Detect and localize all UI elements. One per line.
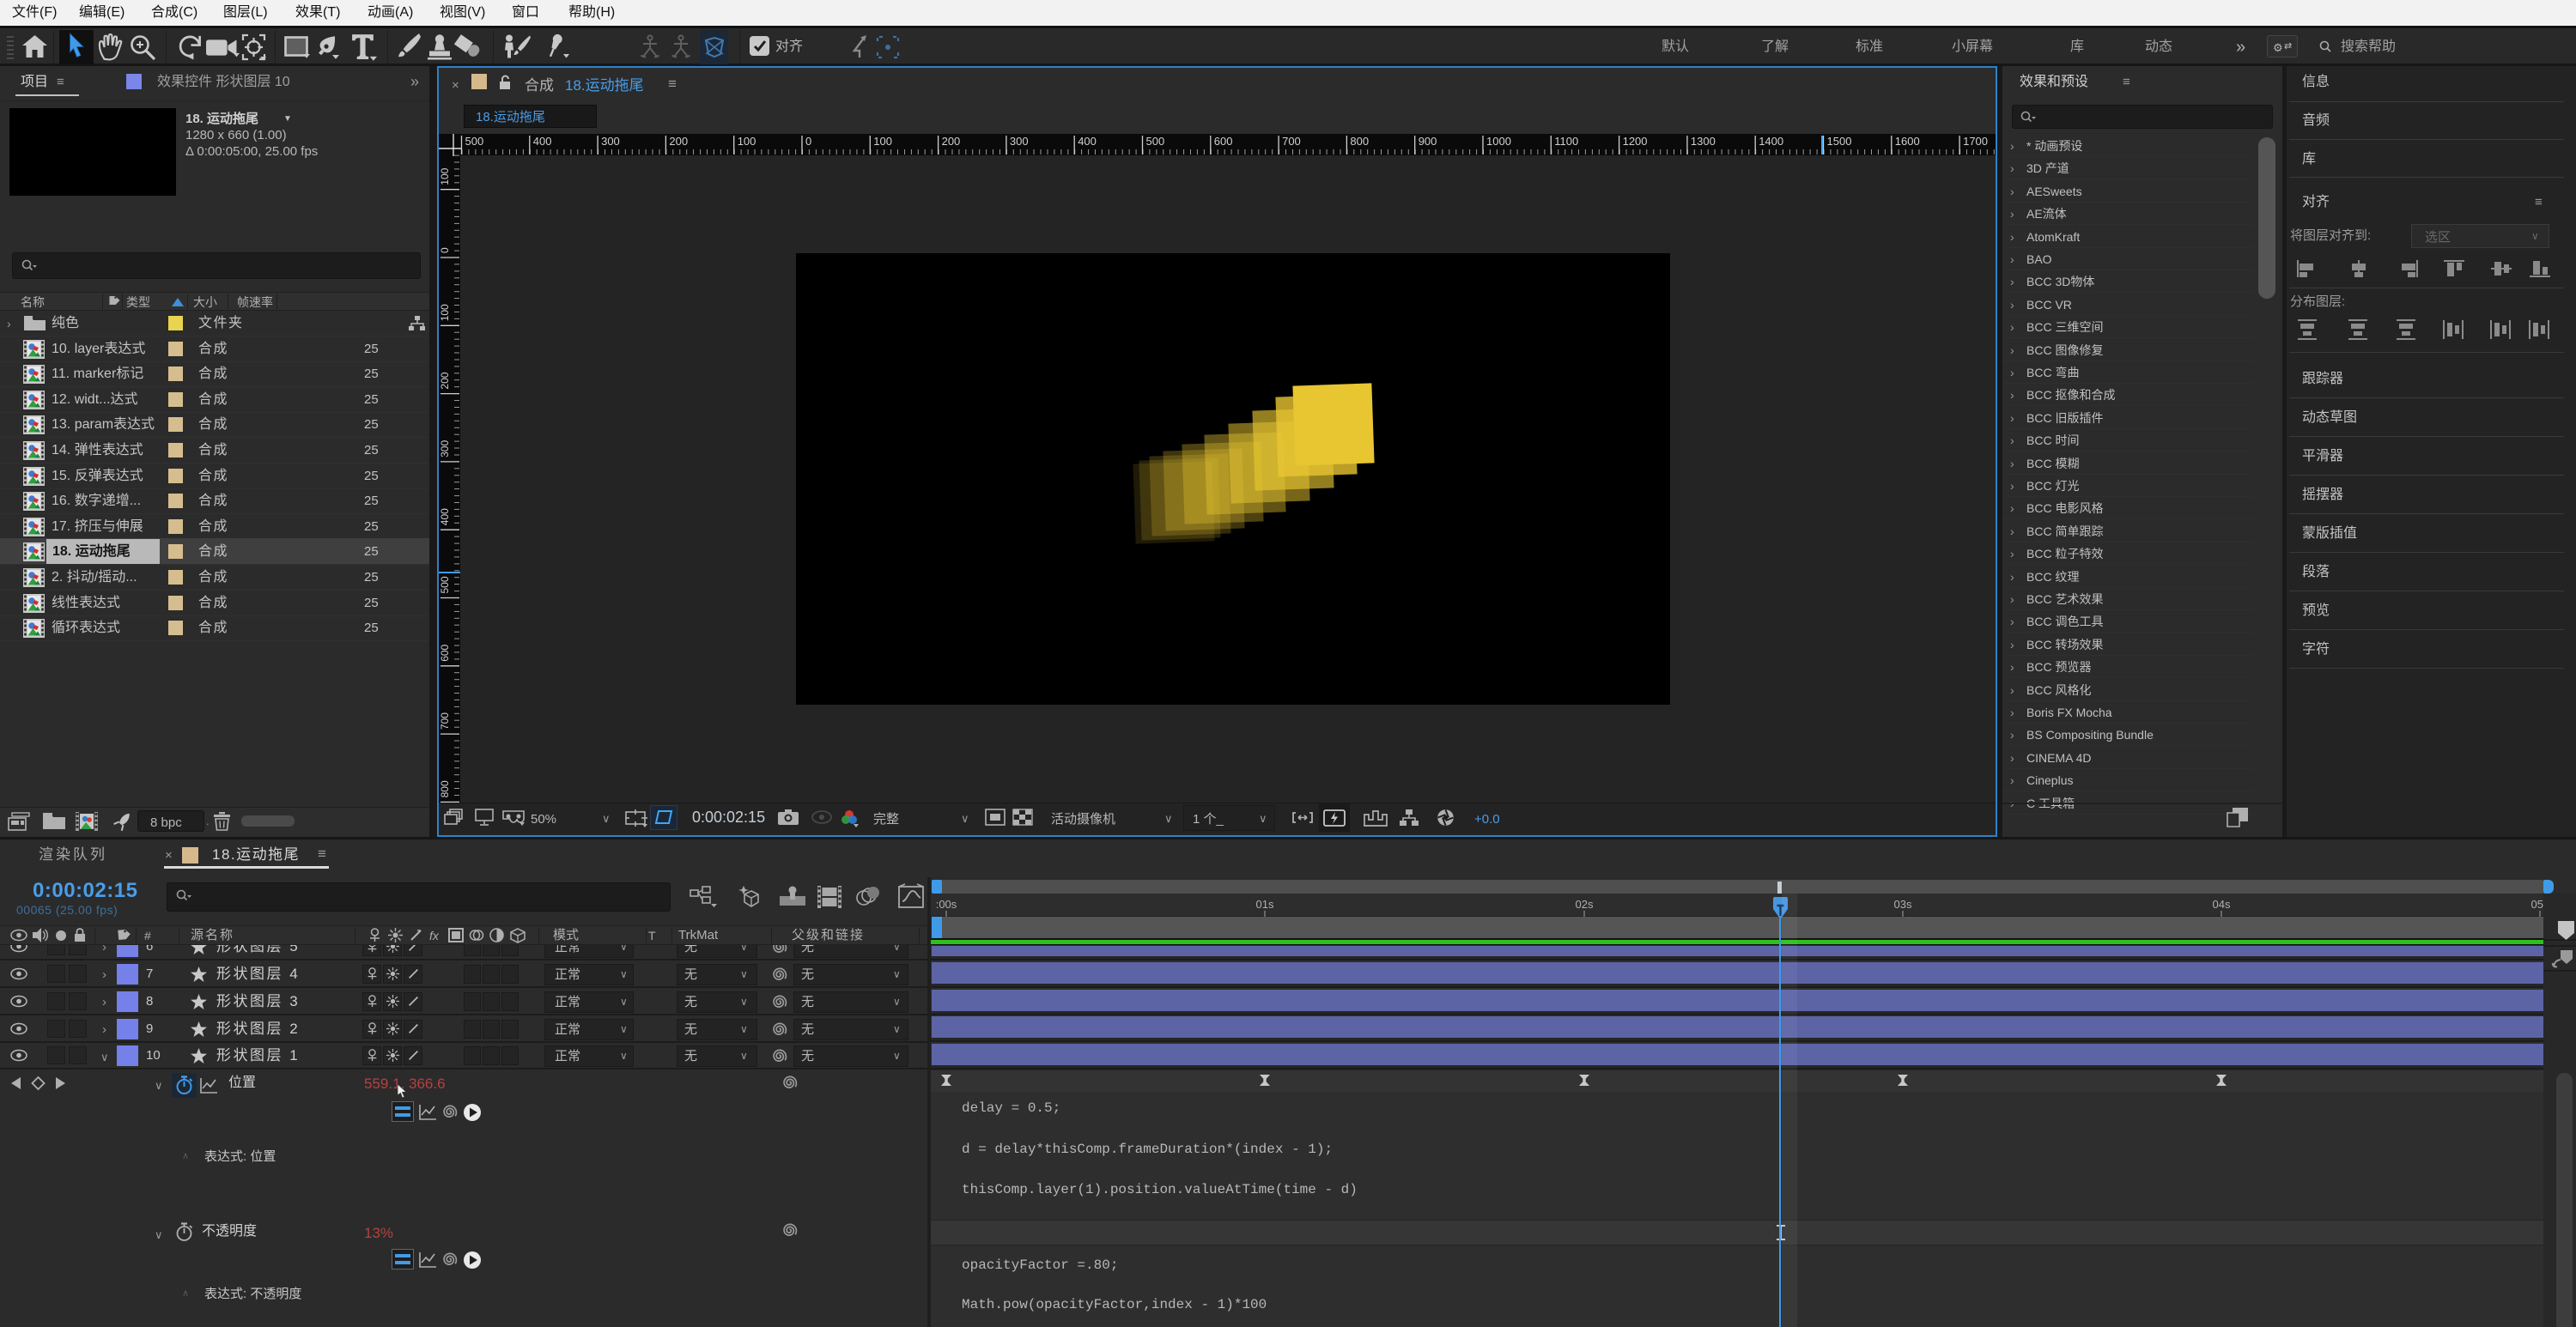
- svg-text:04s: 04s: [2213, 898, 2231, 911]
- svg-text:800: 800: [439, 780, 451, 797]
- svg-text:1200: 1200: [1623, 135, 1648, 148]
- svg-text:100: 100: [439, 304, 451, 321]
- svg-text:500: 500: [1146, 135, 1165, 148]
- svg-text:01s: 01s: [1256, 898, 1274, 911]
- svg-text:1000: 1000: [1486, 135, 1511, 148]
- svg-text:400: 400: [533, 135, 552, 148]
- svg-text:02s: 02s: [1576, 898, 1594, 911]
- svg-text:1400: 1400: [1759, 135, 1783, 148]
- svg-text:300: 300: [1010, 135, 1029, 148]
- svg-text:300: 300: [439, 440, 451, 457]
- svg-text:100: 100: [738, 135, 756, 148]
- svg-text:800: 800: [1350, 135, 1369, 148]
- svg-text:500: 500: [465, 135, 484, 148]
- svg-text:100: 100: [873, 135, 892, 148]
- svg-text:0: 0: [805, 135, 811, 148]
- svg-text:600: 600: [439, 644, 451, 661]
- svg-text::00s: :00s: [936, 898, 957, 911]
- svg-text:700: 700: [439, 712, 451, 730]
- svg-text:1700: 1700: [1963, 135, 1988, 148]
- svg-text:400: 400: [1078, 135, 1097, 148]
- svg-text:1300: 1300: [1691, 135, 1716, 148]
- svg-text:400: 400: [439, 508, 451, 525]
- svg-text:100: 100: [439, 167, 451, 185]
- svg-text:1500: 1500: [1827, 135, 1852, 148]
- svg-text:500: 500: [439, 576, 451, 593]
- svg-text:200: 200: [669, 135, 688, 148]
- svg-text:1600: 1600: [1895, 135, 1920, 148]
- svg-text:300: 300: [601, 135, 620, 148]
- svg-text:700: 700: [1282, 135, 1301, 148]
- svg-text:0: 0: [439, 247, 451, 253]
- svg-text:200: 200: [942, 135, 961, 148]
- svg-text:200: 200: [439, 372, 451, 389]
- svg-text:1100: 1100: [1554, 135, 1578, 148]
- svg-text:03s: 03s: [1894, 898, 1912, 911]
- svg-text:600: 600: [1214, 135, 1233, 148]
- svg-text:900: 900: [1419, 135, 1437, 148]
